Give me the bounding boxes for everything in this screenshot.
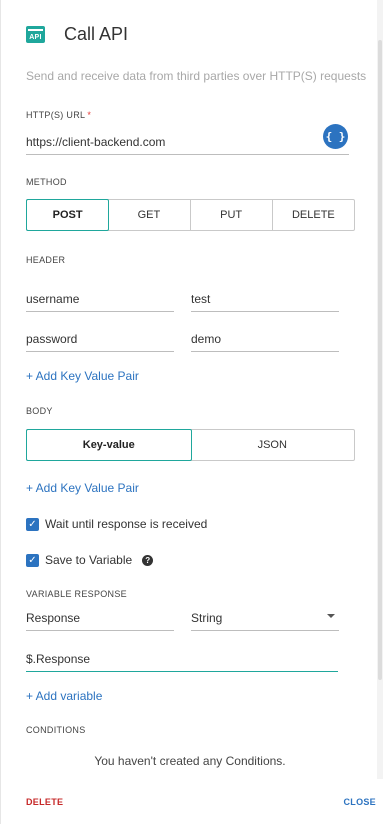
- method-option-get[interactable]: GET: [108, 200, 191, 230]
- method-label: METHOD: [26, 177, 67, 187]
- delete-button[interactable]: DELETE: [26, 797, 63, 807]
- body-label: BODY: [26, 406, 53, 416]
- method-selector: POST GET PUT DELETE: [26, 199, 355, 231]
- header-value-value: demo: [191, 332, 222, 346]
- add-variable-link[interactable]: + Add variable: [26, 689, 102, 703]
- api-icon-text: API: [29, 34, 42, 41]
- header-key-value: username: [26, 292, 80, 306]
- save-to-variable-label: Save to Variable: [45, 553, 133, 567]
- conditions-label: CONDITIONS: [26, 725, 86, 735]
- save-to-variable-checkbox[interactable]: ✓ Save to Variable ?: [26, 553, 154, 567]
- variable-type-select[interactable]: String: [191, 611, 339, 631]
- header-value-input[interactable]: test: [191, 292, 339, 312]
- header-value-input[interactable]: demo: [191, 332, 339, 352]
- call-api-panel: API Call API Send and receive data from …: [0, 0, 383, 824]
- required-mark: *: [87, 110, 92, 120]
- chevron-down-icon: [327, 614, 335, 618]
- code-button-glyph: { }: [325, 130, 346, 143]
- scrollbar-thumb[interactable]: [378, 40, 382, 680]
- panel-title: Call API: [64, 24, 129, 44]
- wait-response-label: Wait until response is received: [45, 517, 208, 531]
- url-input[interactable]: https://client-backend.com: [26, 135, 349, 155]
- panel-subtitle: Send and receive data from third parties…: [26, 69, 367, 83]
- body-option-json[interactable]: JSON: [191, 430, 355, 460]
- checkbox-checked-icon: ✓: [26, 517, 39, 531]
- body-option-key-value[interactable]: Key-value: [26, 429, 192, 461]
- variable-response-label: VARIABLE RESPONSE: [26, 589, 127, 599]
- conditions-empty-hint-clipped: [1, 768, 379, 774]
- api-icon: API: [26, 26, 45, 43]
- method-option-delete[interactable]: DELETE: [273, 200, 354, 230]
- variable-path-value: $.Response: [26, 652, 91, 666]
- body-format-selector: Key-value JSON: [26, 429, 355, 461]
- header-key-value: password: [26, 332, 78, 346]
- close-button[interactable]: CLOSE: [343, 797, 376, 807]
- panel-footer: DELETE CLOSE: [1, 779, 383, 824]
- method-option-put[interactable]: PUT: [191, 200, 273, 230]
- method-option-post[interactable]: POST: [26, 199, 110, 231]
- help-icon[interactable]: ?: [142, 554, 154, 566]
- scrollbar[interactable]: [377, 0, 383, 780]
- variable-type-value: String: [191, 611, 223, 625]
- add-header-pair-link[interactable]: + Add Key Value Pair: [26, 369, 139, 383]
- variable-path-input[interactable]: $.Response: [26, 652, 338, 672]
- header-value-value: test: [191, 292, 211, 306]
- conditions-empty-message: You haven't created any Conditions.: [94, 754, 286, 768]
- header-key-input[interactable]: password: [26, 332, 174, 352]
- panel-header: API Call API: [26, 24, 128, 45]
- code-braces-icon[interactable]: { }: [323, 124, 348, 149]
- checkbox-checked-icon: ✓: [26, 553, 39, 567]
- add-body-pair-link[interactable]: + Add Key Value Pair: [26, 481, 139, 495]
- header-section-label: HEADER: [26, 255, 66, 265]
- wait-response-checkbox[interactable]: ✓ Wait until response is received: [26, 517, 207, 531]
- variable-name-value: Response: [26, 611, 81, 625]
- url-label: HTTP(S) URL *: [26, 110, 91, 120]
- variable-name-input[interactable]: Response: [26, 611, 174, 631]
- url-label-text: HTTP(S) URL: [26, 110, 86, 120]
- header-key-input[interactable]: username: [26, 292, 174, 312]
- url-input-value: https://client-backend.com: [26, 135, 166, 149]
